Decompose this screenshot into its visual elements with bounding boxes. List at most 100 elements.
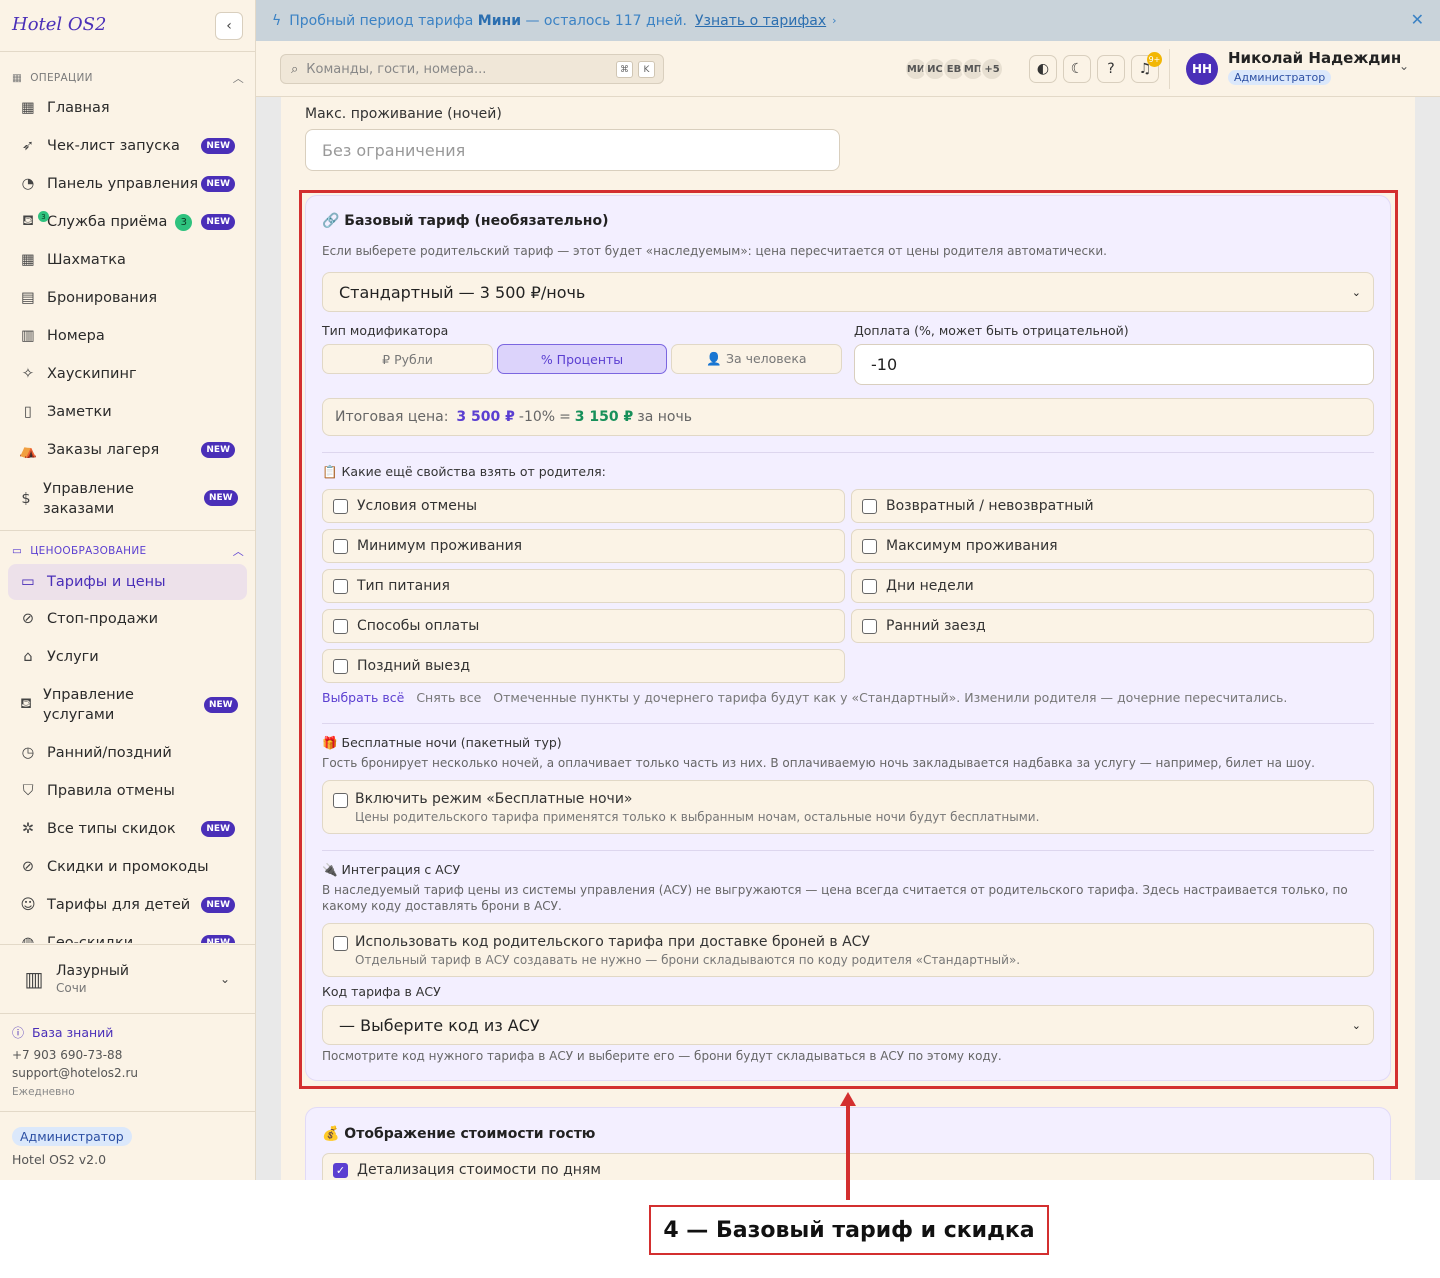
theme-palette-button[interactable]: ◐ (1029, 55, 1057, 83)
shield-icon: ⛉ (22, 783, 34, 799)
sidebar-item-kids-rates[interactable]: ☺ Тарифы для детей NEW (8, 887, 247, 923)
check-icon: ✓ (333, 1162, 348, 1178)
support-phone[interactable]: +7 903 690-73-88 (12, 1048, 122, 1062)
baby-icon: ☺ (20, 897, 36, 913)
sidebar-item-camp-orders[interactable]: ⛺ Заказы лагеря NEW (8, 432, 247, 468)
chevron-up-icon: ︿ (232, 72, 244, 85)
sidebar-item-geo-discounts[interactable]: ◍ Гео-скидки NEW (8, 925, 247, 943)
pricing-link[interactable]: Узнать о тарифах (695, 13, 826, 29)
sidebar-item-cancellation-rules[interactable]: ⛉ Правила отмены (8, 773, 247, 809)
section-pricing[interactable]: ▭ ЦЕНООБРАЗОВАНИЕ ︿ (12, 543, 244, 559)
new-badge: NEW (201, 821, 235, 837)
inherit-cancellation-checkbox[interactable]: Условия отмены (322, 489, 845, 523)
avatar-more: +5 (980, 57, 1004, 81)
help-circle-icon: ⓘ (12, 1026, 25, 1040)
note-icon: ▯ (24, 404, 32, 420)
screenshot-area: Hotel OS2 ‹ ▦ ОПЕРАЦИИ ︿ ▦ Главная ➶ Чек-л… (0, 0, 1440, 1180)
surcharge-label: Доплата (%, может быть отрицательной) (854, 323, 1129, 338)
hotel-switcher[interactable]: ▥ Лазурный Сочи ⌄ (12, 955, 244, 1003)
user-avatar[interactable]: НН (1186, 53, 1218, 85)
top-header: ⌕ Команды, гости, номера... ⌘ K МИ ИС ЕВ… (256, 41, 1440, 97)
collapse-sidebar-button[interactable]: ‹ (215, 12, 243, 40)
inherit-refundable-checkbox[interactable]: Возвратный / невозвратный (851, 489, 1374, 523)
chevron-right-icon: › (832, 14, 837, 27)
role-badge: Администратор (12, 1127, 132, 1146)
inherit-early-checkin-checkbox[interactable]: Ранний заезд (851, 609, 1374, 643)
sidebar-item-discount-types[interactable]: ✲ Все типы скидок NEW (8, 811, 247, 847)
help-button[interactable]: ? (1097, 55, 1125, 83)
user-role-badge: Администратор (1228, 70, 1332, 85)
new-badge: NEW (201, 442, 235, 458)
percent-badge-icon: ✲ (21, 821, 35, 837)
asu-code-select[interactable]: — Выберите код из АСУ ⌄ (322, 1005, 1374, 1045)
sidebar-item-home[interactable]: ▦ Главная (8, 90, 247, 126)
sidebar-item-chessboard[interactable]: ▦ Шахматка (8, 242, 247, 278)
sidebar-item-service-management[interactable]: ⛾ Управление услугами (8, 684, 168, 726)
sidebar-item-promo-codes[interactable]: ⊘ Скидки и промокоды (8, 849, 247, 885)
sidebar-item-control-panel[interactable]: ◔ Панель управления NEW (8, 166, 247, 202)
base-rate-description: Если выберете родительский тариф — этот … (322, 244, 1107, 258)
globe-icon: ◍ (21, 935, 35, 943)
card-icon: ▭ (21, 574, 35, 590)
inherit-late-checkout-checkbox[interactable]: Поздний выезд (322, 649, 845, 683)
select-all-link[interactable]: Выбрать всё (322, 690, 404, 705)
sidebar-item-bookings[interactable]: ▤ Бронирования (8, 280, 247, 316)
inherit-payment-methods-checkbox[interactable]: Способы оплаты (322, 609, 845, 643)
command-search[interactable]: ⌕ Команды, гости, номера... ⌘ K (280, 54, 664, 84)
sidebar-item-rooms[interactable]: ▥ Номера (8, 318, 247, 354)
main-content: Макс. проживание (ночей) Без ограничения… (256, 97, 1440, 1180)
sidebar-item-notes[interactable]: ▯ Заметки (8, 394, 247, 430)
asu-code-hint: Посмотрите код нужного тарифа в АСУ и вы… (322, 1049, 1002, 1063)
inherit-meal-type-checkbox[interactable]: Тип питания (322, 569, 845, 603)
new-badge: NEW (204, 697, 238, 713)
modifier-rubles-option[interactable]: ₽ Рубли (322, 344, 493, 374)
dark-mode-button[interactable]: ☾ (1063, 55, 1091, 83)
tent-icon: ⛺ (18, 442, 38, 459)
inherit-min-stay-checkbox[interactable]: Минимум проживания (322, 529, 845, 563)
inherit-max-stay-checkbox[interactable]: Максимум проживания (851, 529, 1374, 563)
free-nights-toggle[interactable]: Включить режим «Бесплатные ночи» Цены ро… (322, 780, 1374, 834)
surcharge-input[interactable]: -10 (854, 344, 1374, 385)
chevron-down-icon[interactable]: ⌄ (1399, 59, 1409, 73)
sidebar-item-services[interactable]: ⌂ Услуги (8, 639, 247, 675)
modifier-per-person-option[interactable]: 👤 За человека (671, 344, 842, 374)
sidebar-item-housekeeping[interactable]: ✧ Хаускипинг (8, 356, 247, 392)
sidebar-item-order-management[interactable]: $ Управление заказами (8, 478, 168, 520)
bell-service-icon: ⛾ (20, 696, 32, 712)
user-name[interactable]: Николай Надеждин (1228, 49, 1401, 67)
knowledge-base-link[interactable]: ⓘ База знаний (12, 1024, 113, 1041)
divider (0, 51, 256, 52)
online-users[interactable]: МИ ИС ЕВ МП +5 (904, 57, 1004, 81)
kbd-k: K (638, 61, 655, 78)
divider (0, 530, 256, 531)
sidebar-item-rates[interactable]: ▭ Тарифы и цены (8, 564, 247, 600)
sidebar-item-early-late[interactable]: ◷ Ранний/поздний (8, 735, 247, 771)
base-rate-title: 🔗 Базовый тариф (необязательно) (322, 213, 609, 229)
support-email[interactable]: support@hotelos2.ru (12, 1066, 138, 1080)
inherit-weekdays-checkbox[interactable]: Дни недели (851, 569, 1374, 603)
free-nights-description: Гость бронирует несколько ночей, а оплач… (322, 756, 1315, 770)
divider (322, 452, 1374, 453)
lightning-icon: ϟ (272, 12, 282, 29)
sidebar-item-checklist[interactable]: ➶ Чек-лист запуска NEW (8, 128, 247, 164)
sidebar-item-front-desk[interactable]: ⛾ 3 Служба приёма 3 NEW (8, 204, 247, 240)
price-display-title: 💰 Отображение стоимости гостю (322, 1126, 596, 1142)
modifier-percent-option[interactable]: % Проценты (497, 344, 667, 374)
divider (0, 944, 256, 945)
asu-parent-code-toggle[interactable]: Использовать код родительского тарифа пр… (322, 923, 1374, 977)
chevron-left-icon: ‹ (226, 18, 232, 34)
total-price-box: Итоговая цена: 3 500 ₽ -10% = 3 150 ₽ за… (322, 398, 1374, 436)
chevron-down-icon: ⌄ (1351, 285, 1361, 299)
new-badge: NEW (201, 935, 235, 943)
rate-form-panel: Макс. проживание (ночей) Без ограничения… (281, 97, 1415, 1180)
close-icon[interactable]: ✕ (1411, 10, 1424, 29)
parent-rate-select[interactable]: Стандартный — 3 500 ₽/ночь ⌄ (322, 272, 1374, 312)
sidebar-item-stop-sales[interactable]: ⊘ Стоп-продажи (8, 601, 247, 637)
section-operations[interactable]: ▦ ОПЕРАЦИИ ︿ (12, 70, 244, 86)
app-logo: Hotel OS2 (12, 14, 107, 35)
clear-all-link[interactable]: Снять все (416, 690, 481, 705)
front-desk-dot: 3 (38, 211, 49, 222)
annotation-label: 4 — Базовый тариф и скидка (649, 1205, 1049, 1255)
search-icon: ⌕ (291, 61, 299, 77)
max-stay-input[interactable]: Без ограничения (305, 129, 840, 171)
